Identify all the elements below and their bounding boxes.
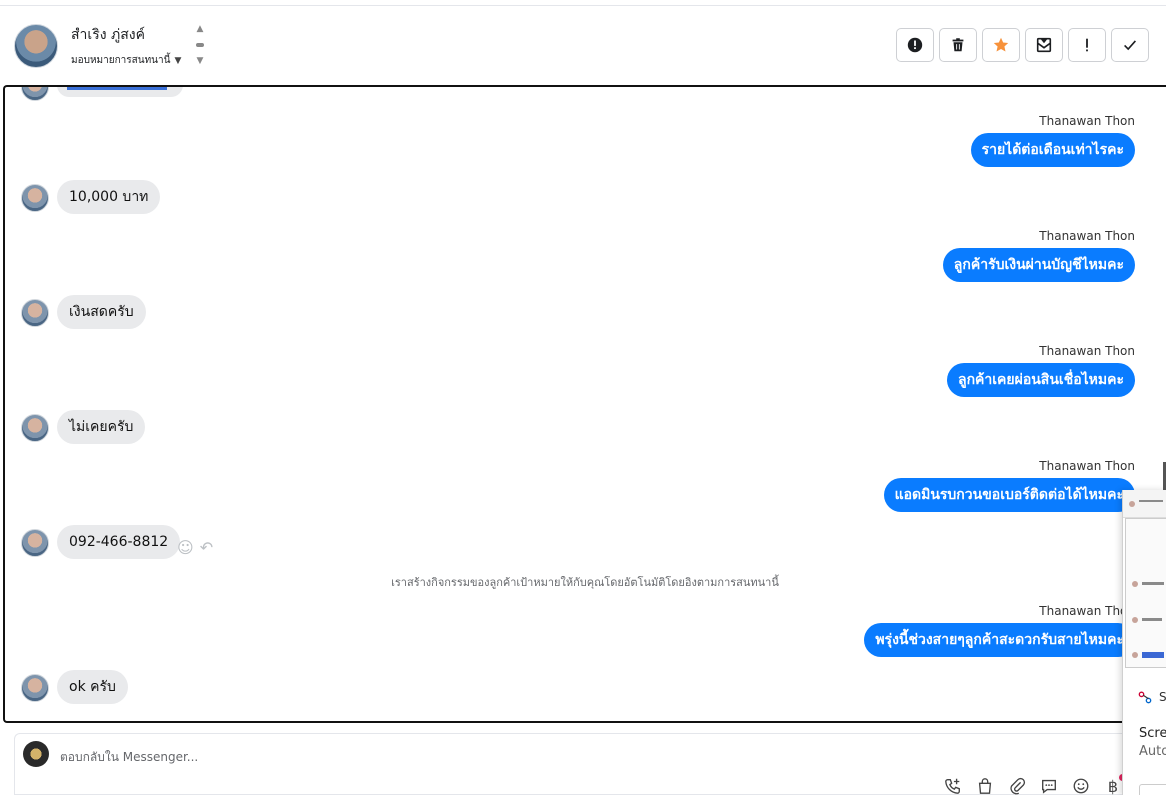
outgoing-message[interactable]: ลูกค้าเคยผ่อนสินเชื่อไหมคะ [946,363,1135,397]
star-icon [993,37,1009,52]
assign-conversation-dropdown[interactable]: มอบหมายการสนทนานี้ ▼ [71,53,181,68]
reply-input[interactable]: ตอบกลับใน Messenger... [60,748,198,767]
chevron-down-icon: ▼ [174,55,182,66]
screen-capture-popup[interactable]: S Scree Auto [1122,490,1166,795]
sender-avatar [21,529,49,557]
contact-name[interactable]: สำเริง ภู่สงค์ [71,24,145,46]
popup-title: S [1159,690,1166,704]
sender-avatar [21,184,49,212]
alert-circle-icon [907,37,923,53]
thumb-avatar [1132,581,1138,587]
sender-avatar [21,674,49,702]
important-button[interactable] [1068,28,1106,62]
sender-avatar [21,87,49,101]
header-actions [896,28,1149,62]
system-note: เราสร้างกิจกรรมของลูกค้าเป้าหมายให้กับคุ… [391,576,779,589]
thumb-avatar [1132,617,1138,623]
capture-thumbnail-header [1123,490,1166,518]
shopping-bag-icon[interactable] [975,777,995,795]
exclamation-icon [1086,38,1088,52]
message-thread[interactable]: Thanawan Thon รายได้ต่อเดือนเท่าไรคะ 10,… [3,85,1166,723]
incoming-message[interactable]: ไม่เคยครับ [57,410,146,444]
envelope-icon [1036,37,1052,53]
thumb-line [1142,582,1164,585]
incoming-message[interactable]: ok ครับ [57,670,128,704]
outgoing-message[interactable]: แอดมินรบกวนขอเบอร์ติดต่อได้ไหมคะ [883,478,1135,512]
popup-line-2: Auto [1139,744,1166,759]
conversation-header: สำเริง ภู่สงค์ มอบหมายการสนทนานี้ ▼ ▲ ▼ [0,6,1166,86]
incoming-message[interactable]: 10,000 บาท [57,180,161,214]
outgoing-message[interactable]: พรุ่งนี้ช่วงสายๆลูกค้าสะดวกรับสายไหมคะ [864,623,1135,657]
sender-avatar [21,414,49,442]
capture-thumbnail[interactable] [1125,518,1166,668]
trash-icon [952,38,964,52]
page-avatar [23,741,49,767]
thumb-highlight [1142,652,1164,658]
clipped-message-bubble [57,87,183,97]
check-icon [1124,40,1137,51]
reply-composer[interactable]: ตอบกลับใน Messenger... ฿ [14,733,1144,795]
mark-unread-button[interactable] [1025,28,1063,62]
message-actions: ☺ ↶ [177,538,213,557]
smiley-icon[interactable] [1071,777,1091,795]
thumb-avatar [1132,652,1138,658]
incoming-message[interactable]: 092-466-8812 [57,525,181,559]
message-sender: Thanawan Thon [1039,229,1135,243]
thumb-line [1142,618,1162,621]
message-sender: Thanawan Thon [1039,459,1135,473]
phone-plus-icon[interactable] [943,777,963,795]
assign-label: มอบหมายการสนทนานี้ [71,55,171,66]
spam-button[interactable] [896,28,934,62]
message-sender: Thanawan Thon [1039,114,1135,128]
contact-avatar[interactable] [14,24,58,68]
snip-icon [1138,691,1152,704]
outgoing-message[interactable]: รายได้ต่อเดือนเท่าไรคะ [970,133,1135,167]
star-button[interactable] [982,28,1020,62]
done-button[interactable] [1111,28,1149,62]
paperclip-icon[interactable] [1007,777,1027,795]
message-sender: Thanawan Thon [1039,344,1135,358]
nav-handle [196,43,204,47]
thumb-line [1139,500,1163,502]
popup-button[interactable] [1139,784,1166,795]
delete-button[interactable] [939,28,977,62]
chat-bubble-icon[interactable] [1039,777,1059,795]
react-smiley-icon[interactable]: ☺ [177,538,194,557]
popup-line-1: Scree [1139,726,1166,741]
reply-arrow-icon[interactable]: ↶ [200,538,213,557]
sender-avatar [21,299,49,327]
thumb-avatar [1129,501,1135,507]
message-sender: Thanawan Thon [1039,604,1135,618]
incoming-message[interactable]: เงินสดครับ [57,295,146,329]
outgoing-message[interactable]: ลูกค้ารับเงินผ่านบัญชีไหมคะ [942,248,1135,282]
conversation-nav[interactable]: ▲ ▼ [194,24,206,66]
previous-conversation-icon[interactable]: ▲ [197,24,204,34]
next-conversation-icon[interactable]: ▼ [197,56,204,66]
composer-toolbar: ฿ [943,777,1123,795]
